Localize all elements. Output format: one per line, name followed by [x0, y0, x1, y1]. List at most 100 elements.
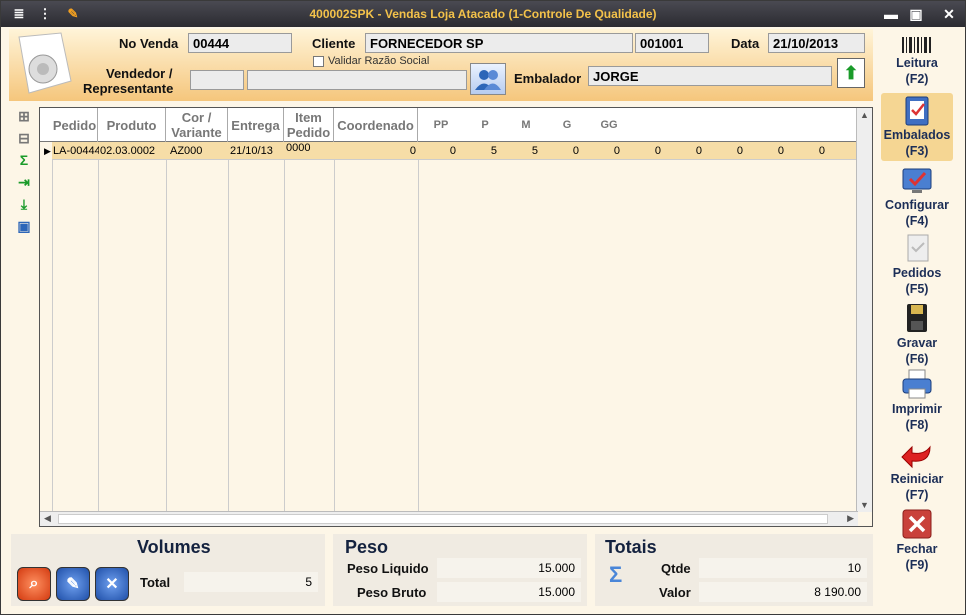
scroll-right-icon[interactable]: ▶ [847, 513, 854, 524]
title-bar: ≣ ⋮ ✎ 400002SPK - Vendas Loja Atacado (1… [1, 1, 965, 27]
col-pedido[interactable]: Pedido [52, 108, 98, 142]
imprimir-key: (F8) [905, 418, 929, 432]
fechar-label: Fechar [896, 542, 938, 556]
totais-valor-value: 8 190.00 [699, 582, 867, 602]
cliente-code-field[interactable]: 001001 [635, 33, 709, 53]
printer-icon [902, 369, 932, 399]
cliente-label: Cliente [312, 36, 356, 51]
cliente-field[interactable]: FORNECEDOR SP [365, 33, 633, 53]
cell-size: 0 [613, 145, 620, 157]
leitura-button[interactable]: Leitura (F2) [881, 35, 953, 87]
grid-header: Pedido Produto Cor / Variante Entrega It… [40, 108, 858, 142]
scroll-up-icon[interactable]: ▲ [860, 110, 869, 120]
no-venda-field[interactable]: 00444 [188, 33, 292, 53]
grid-divider [98, 142, 99, 512]
embalados-label: Embalados [883, 128, 951, 142]
embalados-button[interactable]: Embalados (F3) [881, 93, 953, 161]
representante-label: Representante [83, 81, 174, 96]
data-label: Data [731, 36, 760, 51]
users-search-button[interactable] [470, 63, 506, 95]
horizontal-scrollbar[interactable]: ◀ ▶ [40, 511, 858, 526]
volumes-title: Volumes [137, 537, 211, 557]
data-field[interactable]: 21/10/2013 [768, 33, 865, 53]
totais-panel: Totais Σ Qtde 10 Valor 8 190.00 [595, 534, 873, 606]
x-icon: ✕ [105, 576, 119, 593]
peso-panel: Peso Peso Liquido 15.000 Peso Bruto 15.0… [333, 534, 587, 606]
pedidos-button[interactable]: Pedidos (F5) [881, 231, 953, 297]
grid-divider [166, 142, 167, 512]
no-venda-label: No Venda [119, 36, 179, 51]
vendedor-code-field[interactable] [190, 70, 244, 90]
cell-entrega: 21/10/13 [230, 145, 273, 157]
add-row-icon[interactable]: ⊞ [15, 107, 33, 125]
cell-coordenado: 0 [409, 145, 416, 157]
cell-item-pedido: 0000 [286, 142, 311, 154]
table-row[interactable]: LA-00444 02.03.0002 AZ000 21/10/13 0000 … [52, 142, 856, 160]
gravar-button[interactable]: Gravar (F6) [881, 301, 953, 367]
remove-row-icon[interactable]: ⊟ [15, 129, 33, 147]
cell-pedido: LA-00444 [53, 145, 99, 157]
vendedor-label: Vendedor / [106, 66, 173, 81]
embalador-field[interactable]: JORGE [588, 66, 832, 86]
minimize-button[interactable]: ▬ [881, 6, 901, 22]
magnifier-icon: ⌕ [29, 575, 39, 592]
cell-size: 0 [777, 145, 784, 157]
fechar-key: (F9) [905, 558, 929, 572]
totais-valor-label: Valor [659, 585, 691, 600]
peso-liquido-label: Peso Liquido [347, 561, 429, 576]
col-entrega[interactable]: Entrega [228, 108, 284, 142]
upload-icon[interactable]: ⬆ [837, 58, 865, 88]
edit-button[interactable]: ✎ [56, 567, 90, 601]
grid-divider [228, 142, 229, 512]
grid-divider [334, 142, 335, 512]
floppy-disk-icon [907, 304, 927, 332]
col-produto[interactable]: Produto [98, 108, 166, 142]
undo-arrow-icon [901, 445, 931, 469]
grid-divider [284, 142, 285, 512]
users-icon [475, 70, 501, 90]
totais-qtde-value: 10 [699, 558, 867, 578]
col-item-pedido[interactable]: Item Pedido [284, 108, 334, 142]
imprimir-label: Imprimir [891, 402, 942, 416]
configurar-button[interactable]: Configurar (F4) [881, 163, 953, 229]
col-g[interactable]: G [550, 108, 584, 142]
document-logo-icon [18, 32, 72, 94]
monitor-check-icon [902, 168, 932, 193]
col-p[interactable]: P [468, 108, 502, 142]
validar-checkbox[interactable] [313, 56, 324, 67]
col-gg[interactable]: GG [592, 108, 626, 142]
image-icon[interactable]: ▣ [15, 217, 33, 235]
search-button[interactable]: ⌕ [17, 567, 51, 601]
peso-bruto-label: Peso Bruto [357, 585, 427, 600]
main-window: ≣ ⋮ ✎ 400002SPK - Vendas Loja Atacado (1… [0, 0, 966, 615]
embalados-key: (F3) [905, 144, 929, 158]
scroll-thumb[interactable] [58, 514, 828, 524]
col-pp[interactable]: PP [424, 108, 458, 142]
maximize-button[interactable]: ▣ [906, 6, 926, 22]
vertical-scrollbar[interactable]: ▲ ▼ [856, 108, 872, 512]
volumes-total-label: Total [140, 575, 171, 590]
gravar-label: Gravar [896, 336, 938, 350]
export-icon[interactable]: ⇥ [15, 173, 33, 191]
cancel-button[interactable]: ✕ [95, 567, 129, 601]
move-down-icon[interactable]: ⤓ [15, 195, 33, 213]
embalador-label: Embalador [514, 71, 582, 86]
grid-divider [418, 142, 419, 512]
close-button[interactable]: ✕ [939, 6, 959, 22]
gravar-key: (F6) [905, 352, 929, 366]
reiniciar-button[interactable]: Reiniciar (F7) [881, 437, 953, 503]
col-coordenado[interactable]: Coordenado [334, 108, 418, 142]
imprimir-button[interactable]: Imprimir (F8) [881, 367, 953, 433]
scroll-left-icon[interactable]: ◀ [44, 513, 51, 524]
vendedor-name-field[interactable] [247, 70, 467, 90]
col-m[interactable]: M [509, 108, 543, 142]
totais-qtde-label: Qtde [661, 561, 691, 576]
configurar-label: Configurar [885, 198, 949, 212]
scroll-down-icon[interactable]: ▼ [860, 500, 869, 510]
reiniciar-key: (F7) [905, 488, 929, 502]
edit-icon: ✎ [66, 576, 80, 593]
sum-icon[interactable]: Σ [15, 151, 33, 169]
fechar-button[interactable]: Fechar (F9) [881, 507, 953, 573]
col-cor-variante[interactable]: Cor / Variante [166, 108, 228, 142]
totais-title: Totais [605, 537, 657, 557]
